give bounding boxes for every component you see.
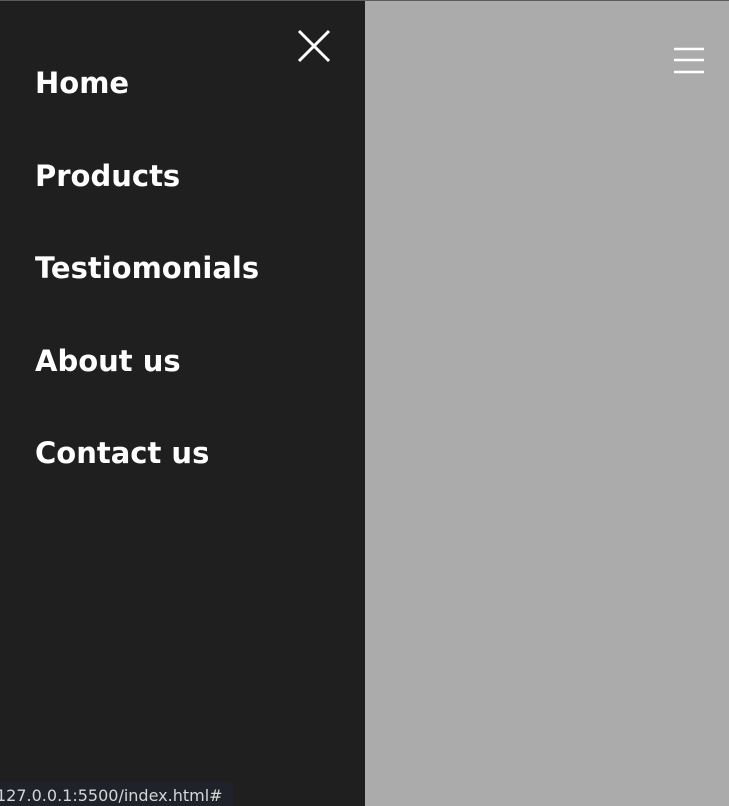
nav-link-contact-us[interactable]: Contact us — [35, 433, 259, 473]
hamburger-menu-icon — [674, 47, 704, 74]
side-navigation-panel: Home Products Testiomonials About us Con… — [0, 1, 365, 806]
nav-link-home[interactable]: Home — [35, 63, 259, 103]
nav-menu: Home Products Testiomonials About us Con… — [35, 63, 259, 526]
nav-link-products[interactable]: Products — [35, 156, 259, 196]
browser-status-bar: 127.0.0.1:5500/index.html# — [0, 781, 233, 806]
close-button[interactable] — [295, 27, 333, 65]
nav-link-about-us[interactable]: About us — [35, 341, 259, 381]
close-icon — [297, 29, 331, 63]
browser-viewport: Home Products Testiomonials About us Con… — [0, 0, 729, 806]
menu-toggle-button[interactable] — [672, 45, 706, 77]
status-url: 127.0.0.1:5500/index.html# — [0, 786, 223, 805]
nav-link-testimonials[interactable]: Testiomonials — [35, 248, 259, 288]
